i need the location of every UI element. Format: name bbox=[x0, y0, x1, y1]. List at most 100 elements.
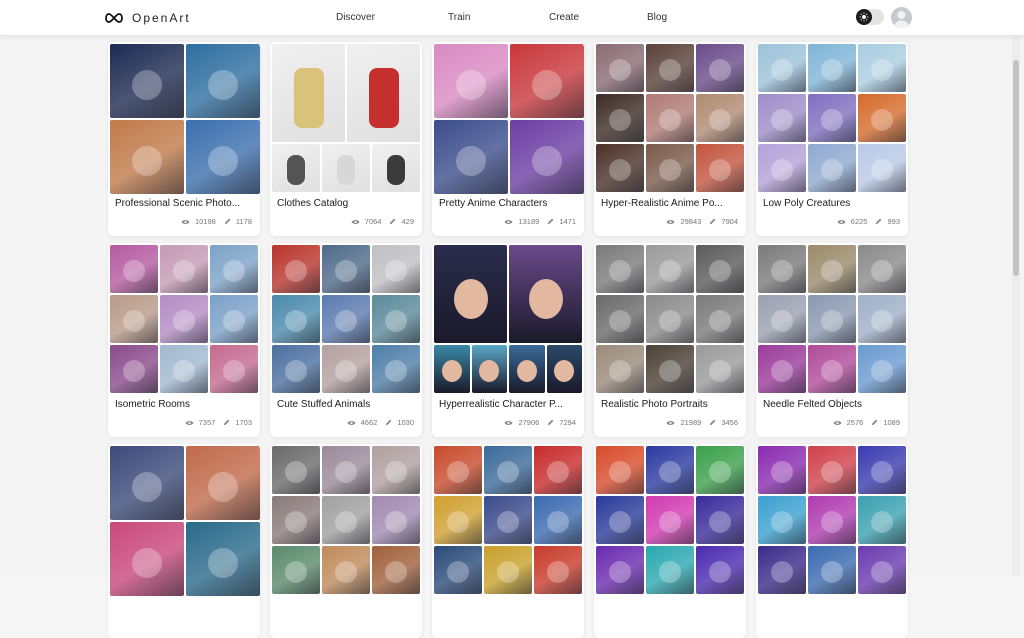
card-thumbnail[interactable] bbox=[272, 144, 320, 192]
collection-card-rooms[interactable]: Isometric Rooms 7357 1703 bbox=[108, 243, 260, 437]
card-thumbnail[interactable] bbox=[646, 546, 694, 594]
card-thumbnail[interactable] bbox=[272, 496, 320, 544]
card-thumbnail[interactable] bbox=[210, 345, 258, 393]
card-thumbnail[interactable] bbox=[484, 546, 532, 594]
card-thumbnail[interactable] bbox=[696, 446, 744, 494]
card-thumbnail[interactable] bbox=[858, 245, 906, 293]
card-title[interactable]: Low Poly Creatures bbox=[763, 198, 903, 209]
card-thumbnail[interactable] bbox=[110, 44, 184, 118]
card-thumbnail[interactable] bbox=[758, 144, 806, 192]
card-thumbnail[interactable] bbox=[471, 345, 507, 393]
card-thumbnail[interactable] bbox=[758, 44, 806, 92]
card-thumbnail[interactable] bbox=[434, 546, 482, 594]
card-thumbnail[interactable] bbox=[434, 446, 482, 494]
collection-card-figurines[interactable] bbox=[270, 444, 422, 638]
card-thumbnail[interactable] bbox=[347, 44, 420, 142]
card-thumbnail[interactable] bbox=[858, 144, 906, 192]
card-thumbnail[interactable] bbox=[186, 120, 260, 194]
nav-train[interactable]: Train bbox=[448, 12, 470, 23]
card-thumbnail[interactable] bbox=[808, 496, 856, 544]
card-thumbnail[interactable] bbox=[372, 295, 420, 343]
card-thumbnail[interactable] bbox=[696, 295, 744, 343]
card-thumbnail[interactable] bbox=[858, 345, 906, 393]
card-thumbnail[interactable] bbox=[696, 245, 744, 293]
card-thumbnail[interactable] bbox=[372, 546, 420, 594]
card-thumbnail[interactable] bbox=[186, 44, 260, 118]
card-thumbnail[interactable] bbox=[808, 94, 856, 142]
card-thumbnail[interactable] bbox=[696, 345, 744, 393]
card-thumbnail[interactable] bbox=[646, 144, 694, 192]
nav-discover[interactable]: Discover bbox=[336, 12, 375, 23]
collection-card-anime[interactable]: Pretty Anime Characters 13189 1471 bbox=[432, 42, 584, 236]
card-thumbnail[interactable] bbox=[858, 94, 906, 142]
card-thumbnail[interactable] bbox=[484, 446, 532, 494]
card-thumbnail[interactable] bbox=[596, 446, 644, 494]
card-thumbnail[interactable] bbox=[372, 446, 420, 494]
collection-card-lowpoly[interactable]: Low Poly Creatures 6225 993 bbox=[756, 42, 908, 236]
card-thumbnail[interactable] bbox=[509, 245, 582, 343]
card-thumbnail[interactable] bbox=[808, 345, 856, 393]
card-thumbnail[interactable] bbox=[272, 44, 345, 142]
collection-card-portraits[interactable]: Realistic Photo Portraits 21989 3456 bbox=[594, 243, 746, 437]
card-title[interactable]: Needle Felted Objects bbox=[763, 399, 903, 410]
nav-blog[interactable]: Blog bbox=[647, 12, 667, 23]
card-thumbnail[interactable] bbox=[646, 345, 694, 393]
card-thumbnail[interactable] bbox=[372, 345, 420, 393]
card-thumbnail[interactable] bbox=[434, 345, 470, 393]
card-thumbnail[interactable] bbox=[322, 546, 370, 594]
card-thumbnail[interactable] bbox=[510, 44, 584, 118]
card-thumbnail[interactable] bbox=[808, 144, 856, 192]
card-thumbnail[interactable] bbox=[646, 446, 694, 494]
collection-card-scenic[interactable]: Professional Scenic Photo... 10198 1178 bbox=[108, 42, 260, 236]
card-thumbnail[interactable] bbox=[322, 144, 370, 192]
card-title[interactable]: Hyper-Realistic Anime Po... bbox=[601, 198, 741, 209]
card-title[interactable]: Isometric Rooms bbox=[115, 399, 255, 410]
card-thumbnail[interactable] bbox=[110, 295, 158, 343]
card-thumbnail[interactable] bbox=[509, 345, 545, 393]
card-thumbnail[interactable] bbox=[596, 496, 644, 544]
card-title[interactable]: Clothes Catalog bbox=[277, 198, 417, 209]
card-thumbnail[interactable] bbox=[858, 496, 906, 544]
card-thumbnail[interactable] bbox=[322, 345, 370, 393]
card-thumbnail[interactable] bbox=[808, 446, 856, 494]
card-thumbnail[interactable] bbox=[510, 120, 584, 194]
card-thumbnail[interactable] bbox=[272, 345, 320, 393]
card-thumbnail[interactable] bbox=[646, 496, 694, 544]
card-thumbnail[interactable] bbox=[372, 496, 420, 544]
card-thumbnail[interactable] bbox=[858, 44, 906, 92]
card-thumbnail[interactable] bbox=[160, 295, 208, 343]
card-thumbnail[interactable] bbox=[596, 245, 644, 293]
card-thumbnail[interactable] bbox=[322, 446, 370, 494]
card-thumbnail[interactable] bbox=[696, 44, 744, 92]
user-avatar[interactable] bbox=[891, 7, 912, 28]
card-thumbnail[interactable] bbox=[758, 295, 806, 343]
card-thumbnail[interactable] bbox=[160, 245, 208, 293]
card-thumbnail[interactable] bbox=[186, 522, 260, 596]
card-thumbnail[interactable] bbox=[322, 245, 370, 293]
card-thumbnail[interactable] bbox=[646, 44, 694, 92]
card-thumbnail[interactable] bbox=[646, 295, 694, 343]
card-thumbnail[interactable] bbox=[758, 345, 806, 393]
collection-card-psychedelic[interactable] bbox=[594, 444, 746, 638]
card-thumbnail[interactable] bbox=[272, 446, 320, 494]
card-title[interactable]: Cute Stuffed Animals bbox=[277, 399, 417, 410]
card-thumbnail[interactable] bbox=[110, 446, 184, 520]
page-scrollbar[interactable] bbox=[1012, 36, 1020, 576]
card-thumbnail[interactable] bbox=[160, 345, 208, 393]
collection-card-stuffed[interactable]: Cute Stuffed Animals 4662 1030 bbox=[270, 243, 422, 437]
card-title[interactable]: Hyperrealistic Character P... bbox=[439, 399, 579, 410]
card-thumbnail[interactable] bbox=[534, 546, 582, 594]
card-thumbnail[interactable] bbox=[534, 496, 582, 544]
scrollbar-thumb[interactable] bbox=[1013, 60, 1019, 276]
card-title[interactable]: Pretty Anime Characters bbox=[439, 198, 579, 209]
card-thumbnail[interactable] bbox=[696, 546, 744, 594]
card-thumbnail[interactable] bbox=[110, 522, 184, 596]
card-thumbnail[interactable] bbox=[758, 496, 806, 544]
card-thumbnail[interactable] bbox=[858, 446, 906, 494]
card-thumbnail[interactable] bbox=[372, 245, 420, 293]
nav-create[interactable]: Create bbox=[549, 12, 579, 23]
card-thumbnail[interactable] bbox=[110, 345, 158, 393]
card-thumbnail[interactable] bbox=[272, 295, 320, 343]
card-thumbnail[interactable] bbox=[596, 295, 644, 343]
card-thumbnail[interactable] bbox=[758, 446, 806, 494]
